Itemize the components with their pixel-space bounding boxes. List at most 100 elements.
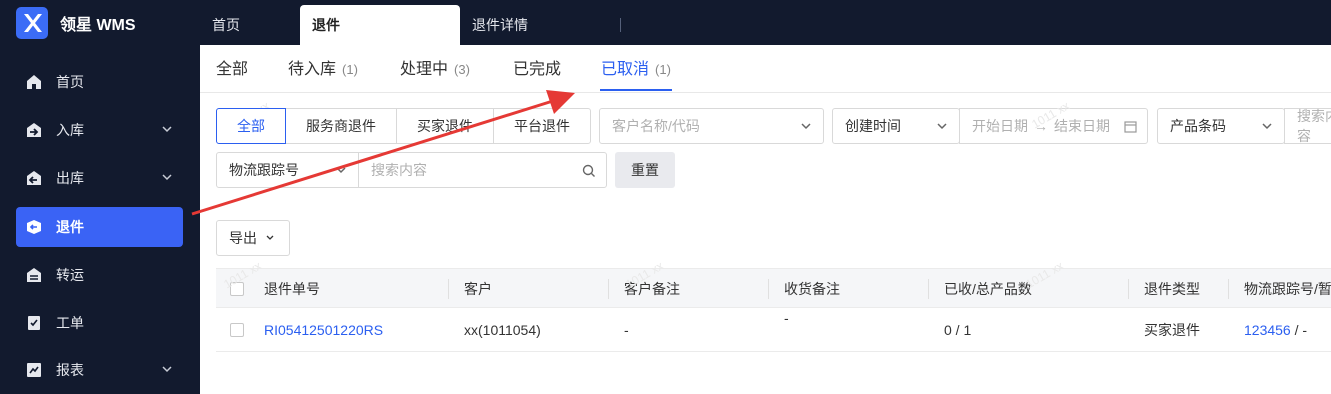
tab-divider xyxy=(620,18,621,32)
received-total-cell: 0 / 1 xyxy=(944,322,972,338)
column-divider xyxy=(768,279,769,299)
table-header: 退件单号 客户 客户备注 收货备注 已收/总产品数 退件类型 物流跟踪号/暂 xyxy=(216,268,1331,308)
tracking-search-input[interactable]: 搜索内容 xyxy=(358,152,607,188)
sidebar-item-label: 转运 xyxy=(56,267,84,283)
chevron-down-icon xyxy=(162,174,172,181)
outbound-icon xyxy=(24,168,44,188)
chevron-down-icon xyxy=(266,235,274,240)
tab-completed[interactable]: 已完成 xyxy=(513,45,561,93)
sidebar-item-transfer[interactable]: 转运 xyxy=(16,255,183,295)
app-logo[interactable]: 领星 WMS xyxy=(0,0,200,45)
chevron-down-icon xyxy=(1262,123,1272,130)
calendar-icon xyxy=(1124,121,1137,133)
row-checkbox[interactable] xyxy=(230,323,244,337)
customer-note-cell: - xyxy=(624,322,629,338)
customer-cell: xx(1011054) xyxy=(464,322,541,338)
tracking-cell: 123456 / - xyxy=(1244,308,1307,352)
tab-count: (1) xyxy=(655,62,671,77)
column-header-return-no: 退件单号 xyxy=(264,281,320,297)
column-divider xyxy=(1228,279,1229,299)
sidebar-item-returns[interactable]: 退件 xyxy=(16,207,183,247)
sidebar-item-home[interactable]: 首页 xyxy=(16,62,183,102)
column-header-receive-note: 收货备注 xyxy=(784,281,840,297)
product-search-placeholder: 搜索内容 xyxy=(1297,108,1331,144)
customer-placeholder: 客户名称/代码 xyxy=(612,118,700,134)
workorder-icon xyxy=(24,313,44,333)
chevron-down-icon xyxy=(162,366,172,373)
chevron-down-icon xyxy=(162,126,172,133)
segment-all[interactable]: 全部 xyxy=(216,108,286,144)
sidebar-item-label: 入库 xyxy=(56,122,84,138)
end-date-placeholder: 结束日期 xyxy=(1054,118,1110,134)
tracking-field-select[interactable]: 物流跟踪号 xyxy=(216,152,359,188)
segment-buyer-return[interactable]: 买家退件 xyxy=(396,108,494,144)
sidebar-item-label: 首页 xyxy=(56,74,84,90)
tab-pending-inbound[interactable]: 待入库 (1) xyxy=(288,45,358,93)
column-header-return-type: 退件类型 xyxy=(1144,281,1200,297)
chevron-down-icon xyxy=(801,123,811,130)
tracking-field-value: 物流跟踪号 xyxy=(229,162,299,178)
sidebar-item-label: 出库 xyxy=(56,170,84,186)
column-divider xyxy=(448,279,449,299)
sidebar-item-label: 工单 xyxy=(56,315,84,331)
tab-count: (1) xyxy=(342,62,358,77)
export-button[interactable]: 导出 xyxy=(216,220,290,256)
tab-label: 已取消 xyxy=(601,61,650,78)
sidebar-item-inbound[interactable]: 入库 xyxy=(16,110,183,150)
column-header-tracking: 物流跟踪号/暂 xyxy=(1244,281,1331,297)
tab-label: 待入库 xyxy=(288,61,337,78)
transfer-icon xyxy=(24,265,44,285)
receive-note-cell: - xyxy=(784,310,789,326)
top-tab-returns[interactable]: 退件 xyxy=(300,5,460,45)
sidebar-item-label: 报表 xyxy=(56,362,84,378)
segment-provider-return[interactable]: 服务商退件 xyxy=(285,108,397,144)
column-header-customer: 客户 xyxy=(464,281,492,297)
product-field-value: 产品条码 xyxy=(1170,118,1226,134)
date-range-picker[interactable]: 开始日期 → 结束日期 xyxy=(959,108,1148,144)
sidebar-item-workorder[interactable]: 工单 xyxy=(16,303,183,343)
tab-label: 处理中 xyxy=(400,61,449,78)
top-tab-home[interactable]: 首页 xyxy=(212,5,240,45)
home-icon xyxy=(24,72,44,92)
chevron-down-icon xyxy=(937,123,947,130)
column-divider xyxy=(608,279,609,299)
sidebar-item-outbound[interactable]: 出库 xyxy=(16,158,183,198)
start-date-placeholder: 开始日期 xyxy=(972,118,1028,134)
reset-button[interactable]: 重置 xyxy=(615,152,675,188)
chevron-down-icon xyxy=(336,167,346,174)
customer-select[interactable]: 客户名称/代码 xyxy=(599,108,824,144)
sidebar-item-label: 退件 xyxy=(56,219,84,235)
inbound-icon xyxy=(24,120,44,140)
export-label: 导出 xyxy=(229,230,257,246)
return-icon xyxy=(24,217,44,237)
tab-processing[interactable]: 处理中 (3) xyxy=(400,45,470,93)
return-no-link[interactable]: RI05412501220RS xyxy=(264,308,383,352)
tracking-link[interactable]: 123456 xyxy=(1244,322,1291,338)
segment-platform-return[interactable]: 平台退件 xyxy=(493,108,591,144)
tab-cancelled[interactable]: 已取消 (1) xyxy=(601,45,671,93)
time-type-select[interactable]: 创建时间 xyxy=(832,108,960,144)
return-type-cell: 买家退件 xyxy=(1144,322,1200,338)
tab-label: 全部 xyxy=(216,61,249,78)
top-tab-return-detail[interactable]: 退件详情 xyxy=(472,5,528,45)
column-header-received-total: 已收/总产品数 xyxy=(944,281,1032,297)
table-row: RI05412501220RS xx(1011054) - - 0 / 1 买家… xyxy=(216,308,1331,352)
sidebar-item-reports[interactable]: 报表 xyxy=(16,350,183,390)
search-icon[interactable] xyxy=(582,164,596,178)
active-tab-indicator xyxy=(600,89,672,91)
column-divider xyxy=(928,279,929,299)
select-all-checkbox[interactable] xyxy=(230,282,244,296)
arrow-right-icon: → xyxy=(1034,118,1048,134)
column-divider xyxy=(1128,279,1129,299)
product-search-input[interactable]: 搜索内容 xyxy=(1284,108,1331,144)
status-tabs xyxy=(200,45,1331,93)
report-icon xyxy=(24,360,44,380)
tracking-search-placeholder: 搜索内容 xyxy=(371,162,427,178)
tab-all[interactable]: 全部 xyxy=(216,45,248,93)
tab-count: (3) xyxy=(454,62,470,77)
app-title: 领星 WMS xyxy=(60,16,136,34)
logo-icon xyxy=(16,6,48,39)
product-field-select[interactable]: 产品条码 xyxy=(1157,108,1285,144)
sidebar: 领星 WMS 首页 入库 出库 退件 转运 工单 报表 xyxy=(0,0,200,394)
time-type-value: 创建时间 xyxy=(845,118,901,134)
